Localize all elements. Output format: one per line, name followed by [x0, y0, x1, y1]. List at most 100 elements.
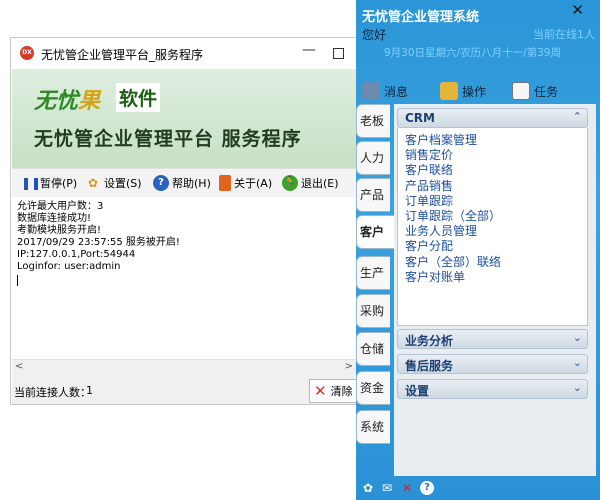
tab-operations-label: 操作	[462, 84, 487, 99]
chevron-down-icon[interactable]: ⌄	[573, 331, 582, 344]
connections-count: 1	[86, 384, 93, 397]
maximize-button[interactable]	[333, 48, 344, 59]
text-caret	[17, 275, 18, 286]
menu-item-product-sales[interactable]: 产品销售	[405, 179, 587, 194]
close-button[interactable]: ✕	[571, 1, 584, 19]
gear-icon[interactable]: ✿	[361, 481, 375, 495]
menu-item-customer-statement[interactable]: 客户对账单	[405, 270, 587, 285]
about-button[interactable]: 关于(A)	[219, 174, 272, 192]
side-tab-warehouse[interactable]: 仓储	[356, 332, 390, 366]
top-tabs: 消息 操作 任务	[356, 78, 600, 104]
menu-item-customer-contact-all[interactable]: 客户（全部）联络	[405, 255, 587, 270]
section-aftersales: 售后服务 ⌄	[397, 354, 588, 374]
side-tabs: 老板 人力 产品 客户 生产 采购 仓储 资金 系统	[356, 104, 394, 494]
log-line: 考勤模块服务开启!	[17, 225, 102, 236]
help-icon[interactable]: ?	[420, 481, 434, 495]
operations-icon	[440, 82, 458, 100]
side-tab-production[interactable]: 生产	[356, 256, 390, 290]
crm-title: 无忧管企业管理系统	[362, 10, 480, 25]
chevron-up-icon[interactable]: ⌃	[573, 110, 582, 123]
banner-title: 无忧管企业管理平台 服务程序	[34, 128, 302, 150]
section-crm: CRM ⌃ 客户档案管理 销售定价 客户联络 产品销售 订单跟踪 订单跟踪（全部…	[397, 108, 588, 326]
side-tab-hr[interactable]: 人力	[356, 141, 390, 175]
tab-tasks-label: 任务	[534, 84, 559, 99]
menu-item-order-tracking-all[interactable]: 订单跟踪（全部）	[405, 209, 587, 224]
chevron-down-icon[interactable]: ⌄	[573, 381, 582, 394]
exit-icon: 🏃	[282, 175, 298, 191]
crm-content: CRM ⌃ 客户档案管理 销售定价 客户联络 产品销售 订单跟踪 订单跟踪（全部…	[394, 104, 596, 476]
app-icon: DX	[20, 46, 34, 60]
mail-icon[interactable]: ✉	[380, 481, 394, 495]
crm-panel: 无忧管企业管理系统 ✕ 您好 当前在线1人 9月30日星期六/农历八月十一/第3…	[356, 0, 600, 500]
title-bar[interactable]: DX 无忧管企业管理平台_服务程序 —	[11, 38, 356, 69]
minimize-button[interactable]: —	[302, 42, 316, 58]
log-textarea[interactable]: 允许最大用户数：3 数据库连接成功! 考勤模块服务开启! 2017/09/29 …	[12, 197, 357, 359]
toolbar: ❚❚ 暂停(P) ✿ 设置(S) ? 帮助(H) 关于(A) 🏃 退出(E)	[12, 168, 357, 198]
gear-icon: ✿	[87, 176, 99, 190]
banner: 无忧果 软件 无忧管企业管理平台 服务程序	[12, 69, 357, 168]
log-line: 2017/09/29 23:57:55 服务被开启!	[17, 237, 180, 248]
close-icon: ✕	[314, 382, 327, 400]
date-line: 9月30日星期六/农历八月十一/第39周	[384, 47, 561, 59]
online-status: 当前在线1人	[533, 28, 595, 41]
menu-item-customer-assignment[interactable]: 客户分配	[405, 239, 587, 254]
clear-button[interactable]: ✕ 清除	[309, 379, 359, 403]
book-icon	[219, 175, 231, 191]
task-list-icon	[512, 82, 530, 100]
log-line: 允许最大用户数：3	[17, 201, 104, 212]
message-icon	[362, 82, 380, 100]
help-button[interactable]: ? 帮助(H)	[153, 174, 211, 192]
tab-messages[interactable]: 消息	[362, 82, 408, 100]
logo-software-label: 软件	[116, 83, 161, 112]
connections-label: 当前连接人数：	[14, 386, 91, 399]
menu-item-customer-contact[interactable]: 客户联络	[405, 163, 587, 178]
tab-operations[interactable]: 操作	[440, 82, 486, 100]
menu-item-customer-profiles[interactable]: 客户档案管理	[405, 133, 587, 148]
log-line: IP:127.0.0.1,Port:54944	[17, 249, 136, 260]
section-analysis-title: 业务分析	[405, 334, 454, 348]
side-tab-boss[interactable]: 老板	[356, 104, 390, 138]
settings-label: 设置(S)	[104, 177, 142, 190]
section-analysis-header[interactable]: 业务分析 ⌄	[397, 329, 588, 349]
side-tab-purchase[interactable]: 采购	[356, 294, 390, 328]
about-label: 关于(A)	[234, 177, 273, 190]
section-analysis: 业务分析 ⌄	[397, 329, 588, 349]
side-tab-product[interactable]: 产品	[356, 178, 390, 212]
chevron-down-icon[interactable]: ⌄	[573, 356, 582, 369]
log-line: 数据库连接成功!	[17, 213, 92, 224]
help-icon: ?	[153, 175, 169, 191]
section-settings: 设置 ⌄	[397, 379, 588, 399]
logo: 无忧果	[34, 88, 101, 114]
exit-button[interactable]: 🏃 退出(E)	[282, 174, 339, 192]
section-crm-title: CRM	[405, 111, 435, 125]
menu-item-sales-staff[interactable]: 业务人员管理	[405, 224, 587, 239]
section-settings-header[interactable]: 设置 ⌄	[397, 379, 588, 399]
bottom-toolbar: ✿ ✉ ✕ ?	[356, 478, 600, 500]
side-tab-customer[interactable]: 客户	[356, 215, 394, 249]
settings-button[interactable]: ✿ 设置(S)	[85, 174, 142, 192]
menu-item-sales-pricing[interactable]: 销售定价	[405, 148, 587, 163]
horizontal-scrollbar[interactable]: < >	[12, 359, 357, 376]
scroll-right-icon[interactable]: >	[345, 361, 353, 372]
close-icon[interactable]: ✕	[400, 481, 414, 495]
window-title: 无忧管企业管理平台_服务程序	[41, 48, 204, 62]
scroll-left-icon[interactable]: <	[15, 361, 23, 372]
section-aftersales-title: 售后服务	[405, 359, 454, 373]
pause-icon: ❚❚	[21, 176, 42, 190]
section-aftersales-header[interactable]: 售后服务 ⌄	[397, 354, 588, 374]
help-label: 帮助(H)	[172, 177, 211, 190]
tab-messages-label: 消息	[384, 84, 409, 99]
side-tab-system[interactable]: 系统	[356, 410, 390, 444]
section-crm-body: 客户档案管理 销售定价 客户联络 产品销售 订单跟踪 订单跟踪（全部） 业务人员…	[397, 128, 588, 326]
greeting: 您好	[362, 28, 387, 42]
side-tab-finance[interactable]: 资金	[356, 371, 390, 405]
exit-label: 退出(E)	[301, 177, 339, 190]
server-window: DX 无忧管企业管理平台_服务程序 — 无忧果 软件 无忧管企业管理平台 服务程…	[10, 37, 359, 405]
section-crm-header[interactable]: CRM ⌃	[397, 108, 588, 128]
section-settings-title: 设置	[405, 384, 430, 398]
tab-tasks[interactable]: 任务	[512, 82, 558, 100]
pause-button[interactable]: ❚❚ 暂停(P)	[21, 174, 77, 192]
pause-label: 暂停(P)	[40, 177, 78, 190]
menu-item-order-tracking[interactable]: 订单跟踪	[405, 194, 587, 209]
status-bar: 当前连接人数： 1 ✕ 清除	[12, 376, 359, 404]
